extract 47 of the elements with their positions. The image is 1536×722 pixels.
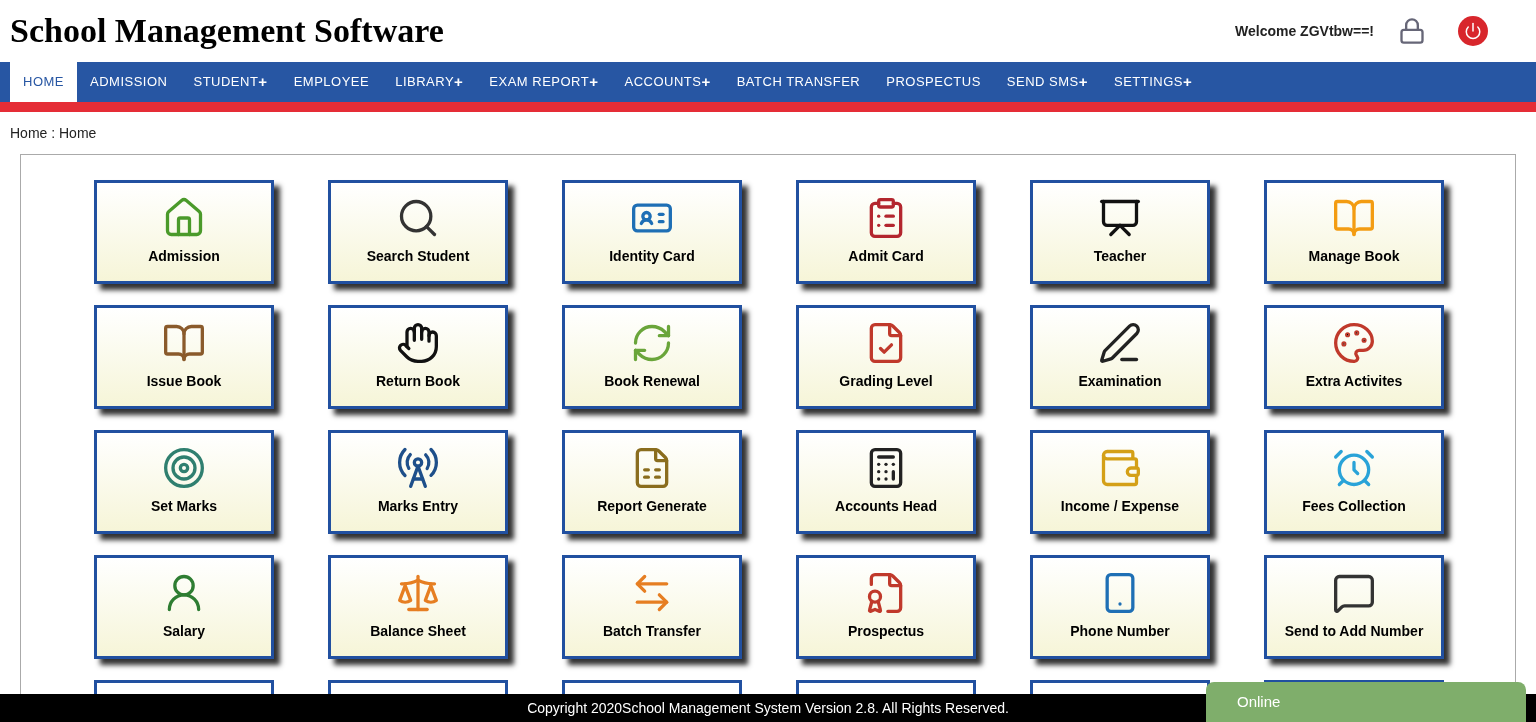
nav-item[interactable]: SEND SMS+ bbox=[993, 62, 1101, 102]
nav-item[interactable]: PROSPECTUS bbox=[873, 62, 994, 102]
nav-item[interactable]: EXAM REPORT+ bbox=[476, 62, 612, 102]
target-icon bbox=[162, 446, 206, 490]
nav-item[interactable]: SETTINGS+ bbox=[1101, 62, 1206, 102]
radio-tower-icon bbox=[396, 446, 440, 490]
module-tile[interactable]: Report Generate bbox=[562, 430, 742, 534]
module-tile[interactable]: Return Book bbox=[328, 305, 508, 409]
module-tile[interactable]: Balance Sheet bbox=[328, 555, 508, 659]
module-tile[interactable]: Batch Transfer bbox=[562, 555, 742, 659]
module-tile[interactable]: Examination bbox=[1030, 305, 1210, 409]
nav-item[interactable]: LIBRARY+ bbox=[382, 62, 477, 102]
nav-item[interactable]: BATCH TRANSFER bbox=[723, 62, 874, 102]
pen-icon bbox=[1098, 321, 1142, 365]
breadcrumb: Home : Home bbox=[9, 124, 97, 143]
hand-icon bbox=[396, 321, 440, 365]
nav-item[interactable]: HOME bbox=[10, 62, 77, 102]
welcome-text: Welcome ZGVtbw==! bbox=[1235, 21, 1374, 41]
module-tile[interactable]: Send to Add Number bbox=[1264, 555, 1444, 659]
module-tile[interactable]: Phone Number bbox=[1030, 555, 1210, 659]
module-tile[interactable]: Search Student bbox=[328, 180, 508, 284]
module-tile[interactable]: Set Marks bbox=[94, 430, 274, 534]
nav-item[interactable]: STUDENT+ bbox=[180, 62, 281, 102]
module-tile[interactable]: Income / Expense bbox=[1030, 430, 1210, 534]
module-tile[interactable]: Teacher bbox=[1030, 180, 1210, 284]
module-tile[interactable]: Admit Card bbox=[796, 180, 976, 284]
module-tile[interactable]: Fees Collection bbox=[1264, 430, 1444, 534]
nav-item[interactable]: EMPLOYEE bbox=[280, 62, 383, 102]
module-tile[interactable]: Accounts Head bbox=[796, 430, 976, 534]
power-icon bbox=[1464, 22, 1482, 40]
module-tile[interactable]: Manage Book bbox=[1264, 180, 1444, 284]
nav-item[interactable]: ADMISSION bbox=[77, 62, 181, 102]
copyright-text: Copyright 2020School Management System Version 2.8. All Rights Reserved. bbox=[527, 698, 1009, 718]
nav-item[interactable]: ACCOUNTS+ bbox=[611, 62, 724, 102]
module-tile[interactable]: Identity Card bbox=[562, 180, 742, 284]
module-tile[interactable]: Admission bbox=[94, 180, 274, 284]
power-button[interactable] bbox=[1458, 16, 1488, 46]
module-tile[interactable]: Salary bbox=[94, 555, 274, 659]
module-tile[interactable]: Book Renewal bbox=[562, 305, 742, 409]
module-tile[interactable]: Issue Book bbox=[94, 305, 274, 409]
lock-icon[interactable] bbox=[1398, 17, 1426, 45]
module-tile[interactable]: Marks Entry bbox=[328, 430, 508, 534]
app-title: School Management Software bbox=[10, 14, 444, 48]
module-tile[interactable]: Extra Activites bbox=[1264, 305, 1444, 409]
module-tile[interactable]: Grading Level bbox=[796, 305, 976, 409]
module-tile[interactable]: Prospectus bbox=[796, 555, 976, 659]
palette-icon bbox=[1332, 321, 1376, 365]
